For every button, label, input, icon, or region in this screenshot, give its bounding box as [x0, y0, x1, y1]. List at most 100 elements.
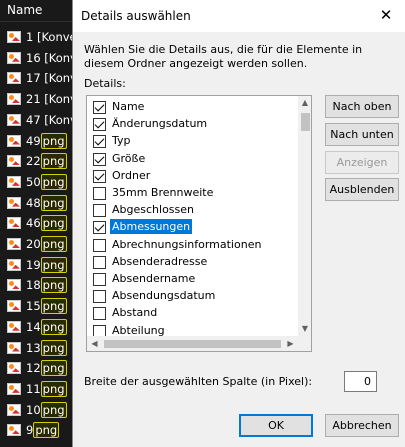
file-extension-tag: png: [40, 401, 67, 418]
details-list-item[interactable]: Ordner: [90, 167, 280, 184]
details-list-item[interactable]: Typ: [90, 132, 280, 149]
details-item-label: Abrechnungsinformationen: [112, 237, 262, 251]
horizontal-scrollbar[interactable]: ◀ ▶: [87, 336, 298, 351]
file-name: 15: [26, 299, 41, 314]
checkbox[interactable]: [93, 307, 106, 321]
file-name: 19: [26, 257, 41, 272]
details-list-item[interactable]: Abrechnungsinformationen: [90, 236, 280, 253]
checkbox[interactable]: [93, 290, 106, 304]
vertical-scrollbar[interactable]: ▲ ▼: [298, 96, 311, 336]
file-name: 46: [26, 216, 41, 231]
details-list-item[interactable]: Abstand: [90, 304, 280, 321]
file-row[interactable]: 15 png: [4, 297, 74, 315]
horizontal-scroll-thumb[interactable]: [104, 340, 281, 348]
details-list-item[interactable]: Größe: [90, 150, 280, 167]
scroll-down-arrow-icon[interactable]: ▼: [298, 322, 311, 336]
file-row[interactable]: 9 png: [4, 421, 74, 439]
checkbox[interactable]: [93, 204, 106, 218]
checkbox[interactable]: [93, 169, 106, 183]
scroll-left-arrow-icon[interactable]: ◀: [87, 336, 102, 351]
image-file-icon: [7, 258, 21, 271]
file-row[interactable]: 17 [Konv: [4, 69, 74, 87]
details-item-label: Absendungsdatum: [112, 289, 216, 303]
details-item-label: Abmessungen: [110, 219, 193, 235]
image-file-icon: [7, 382, 21, 395]
checkbox[interactable]: [93, 152, 106, 166]
file-row[interactable]: 47 [Konv: [4, 111, 74, 129]
checkbox[interactable]: [93, 118, 106, 132]
close-button[interactable]: ✕: [366, 0, 405, 32]
file-row[interactable]: 18 png: [4, 276, 74, 294]
checkbox[interactable]: [93, 101, 106, 114]
image-file-icon: [7, 175, 21, 188]
scroll-right-arrow-icon[interactable]: ▶: [283, 336, 298, 351]
file-name: 49: [26, 133, 41, 148]
hide-button[interactable]: Ausblenden: [325, 178, 399, 201]
details-list-item[interactable]: Absendername: [90, 270, 280, 287]
file-name: 13: [26, 340, 41, 355]
file-extension-tag: png: [40, 215, 67, 232]
file-row[interactable]: 22 png: [4, 152, 74, 170]
image-file-icon: [7, 320, 21, 333]
details-list-item[interactable]: 35mm Brennweite: [90, 184, 280, 201]
close-icon: ✕: [379, 6, 393, 24]
file-row[interactable]: 13 png: [4, 339, 74, 357]
file-row[interactable]: 16 [Konv: [4, 49, 74, 67]
file-row[interactable]: 19 png: [4, 256, 74, 274]
file-row[interactable]: 10 png: [4, 401, 74, 419]
name-column-header[interactable]: Name: [0, 0, 72, 22]
cancel-button[interactable]: Abbrechen: [325, 414, 399, 437]
file-extension-tag: png: [40, 277, 67, 294]
details-list-item[interactable]: Absendungsdatum: [90, 287, 280, 304]
dialog-titlebar[interactable]: Details auswählen ✕: [73, 0, 405, 32]
file-name: 18: [26, 278, 41, 293]
file-name: 17 [Konv: [26, 71, 74, 86]
image-file-icon: [7, 279, 21, 292]
vertical-scroll-thumb[interactable]: [301, 113, 310, 131]
file-name: 48: [26, 195, 41, 210]
checkbox[interactable]: [93, 187, 106, 200]
file-row[interactable]: 20 png: [4, 235, 74, 253]
image-file-icon: [7, 217, 21, 230]
ok-button[interactable]: OK: [239, 414, 313, 437]
details-list-item[interactable]: Absenderadresse: [90, 253, 280, 270]
details-list-item[interactable]: Abmessungen: [90, 218, 280, 235]
file-row[interactable]: 11 png: [4, 380, 74, 398]
file-row[interactable]: 1 [Konve: [4, 28, 74, 46]
image-file-icon: [7, 31, 21, 43]
checkbox[interactable]: [93, 135, 106, 149]
details-item-label: Ordner: [112, 168, 151, 182]
details-item-label: Größe: [112, 151, 146, 165]
file-row[interactable]: 12 png: [4, 359, 74, 377]
file-row[interactable]: 46 png: [4, 214, 74, 232]
move-down-button[interactable]: Nach unten: [325, 123, 399, 146]
details-item-label: Typ: [112, 134, 131, 148]
details-list-item[interactable]: Änderungsdatum: [90, 115, 280, 132]
details-item-label: Absenderadresse: [112, 254, 208, 268]
file-row[interactable]: 50 png: [4, 173, 74, 191]
details-item-label: Absendername: [112, 272, 196, 285]
file-row[interactable]: 48 png: [4, 194, 74, 212]
checkbox[interactable]: [93, 255, 106, 269]
show-button[interactable]: Anzeigen: [325, 151, 399, 174]
checkbox[interactable]: [93, 221, 106, 235]
details-list-item[interactable]: Abgeschlossen: [90, 201, 280, 218]
scroll-up-arrow-icon[interactable]: ▲: [298, 96, 311, 110]
file-row[interactable]: 14 png: [4, 318, 74, 336]
move-up-button[interactable]: Nach oben: [325, 95, 399, 118]
details-listbox[interactable]: Name Änderungsdatum Typ Größe Ordner 35mm Bre…: [86, 95, 312, 352]
checkbox[interactable]: [93, 273, 106, 286]
file-name: 12: [26, 361, 41, 376]
file-extension-tag: png: [40, 360, 67, 377]
file-row[interactable]: 49 png: [4, 132, 74, 150]
checkbox[interactable]: [93, 238, 106, 252]
column-width-input[interactable]: 0: [344, 371, 377, 392]
image-file-icon: [7, 196, 21, 209]
details-item-label: 35mm Brennweite: [112, 186, 214, 199]
file-extension-tag: png: [40, 298, 67, 315]
image-file-icon: [7, 341, 21, 354]
image-file-icon: [7, 155, 21, 168]
file-name: 21 [Konv: [26, 92, 74, 107]
details-list-item[interactable]: Name: [90, 98, 280, 115]
file-row[interactable]: 21 [Konv: [4, 90, 74, 108]
